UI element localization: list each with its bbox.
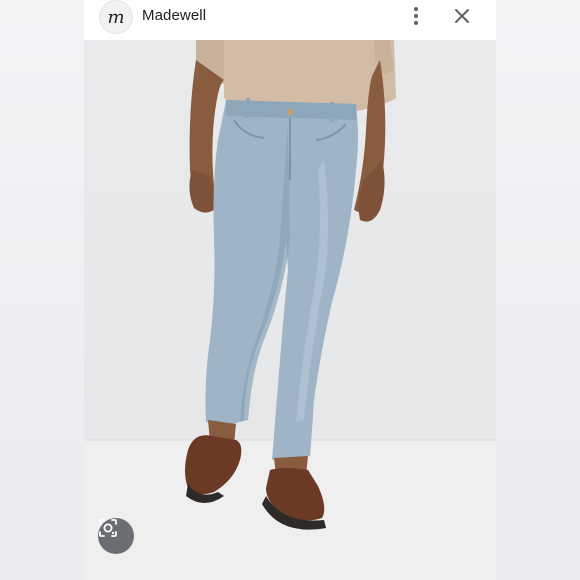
source-name[interactable]: Madewell	[142, 7, 206, 24]
jeans-illustration	[84, 40, 496, 580]
left-backdrop	[0, 0, 84, 580]
more-vert-icon[interactable]	[406, 6, 426, 26]
source-logo[interactable]: m	[99, 0, 133, 34]
image-preview-panel: m Madewell	[84, 0, 496, 580]
right-backdrop	[496, 0, 580, 580]
close-icon[interactable]	[450, 4, 474, 28]
preview-header: m Madewell	[84, 0, 496, 40]
product-photo[interactable]	[84, 40, 496, 580]
google-lens-icon[interactable]	[98, 518, 134, 554]
logo-letter: m	[107, 6, 125, 28]
